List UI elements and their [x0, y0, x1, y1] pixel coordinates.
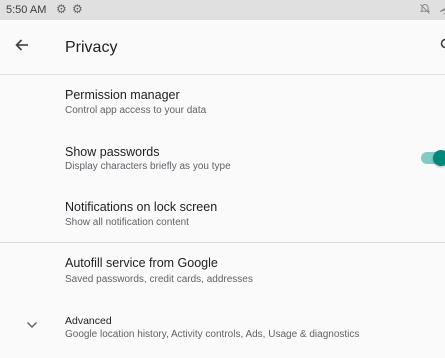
gear-icon: ⚙: [72, 2, 83, 16]
show-passwords-item[interactable]: Show passwords Display characters briefl…: [0, 134, 445, 182]
settings-screen: 5:50 AM ⚙ ⚙ Privacy Permission manager C…: [0, 0, 445, 358]
status-bar: 5:50 AM ⚙ ⚙: [0, 0, 445, 20]
search-icon[interactable]: [440, 38, 445, 50]
advanced-summary: Google location history, Activity contro…: [65, 329, 360, 340]
gear-icon: ⚙: [56, 2, 67, 16]
permission-manager-title: Permission manager: [65, 88, 180, 102]
lock-screen-notifications-item[interactable]: Notifications on lock screen Show all no…: [0, 188, 445, 236]
status-icons: [419, 3, 445, 18]
permission-manager-item[interactable]: Permission manager Control app access to…: [0, 76, 445, 124]
no-notifications-icon: [419, 3, 431, 18]
chevron-down-icon: [25, 318, 39, 332]
show-passwords-title: Show passwords: [65, 145, 160, 159]
autofill-service-summary: Saved passwords, credit cards, addresses: [65, 274, 253, 285]
airplane-icon: [439, 3, 445, 18]
show-passwords-summary: Display characters briefly as you type: [65, 161, 231, 172]
status-time: 5:50 AM: [6, 4, 47, 16]
advanced-item[interactable]: Advanced Google location history, Activi…: [0, 304, 445, 350]
page-title: Privacy: [65, 39, 118, 56]
arrow-back-icon: [14, 37, 30, 58]
autofill-service-title: Autofill service from Google: [65, 256, 218, 270]
autofill-service-item[interactable]: Autofill service from Google Saved passw…: [0, 244, 445, 294]
permission-manager-summary: Control app access to your data: [65, 105, 207, 116]
app-bar: Privacy: [0, 20, 445, 75]
divider: [0, 242, 445, 243]
toggle-thumb: [433, 150, 445, 166]
lock-screen-notifications-title: Notifications on lock screen: [65, 200, 218, 214]
back-button[interactable]: [8, 33, 36, 61]
advanced-title: Advanced: [65, 315, 112, 327]
lock-screen-notifications-summary: Show all notification content: [65, 217, 189, 228]
show-passwords-toggle[interactable]: [421, 149, 445, 167]
